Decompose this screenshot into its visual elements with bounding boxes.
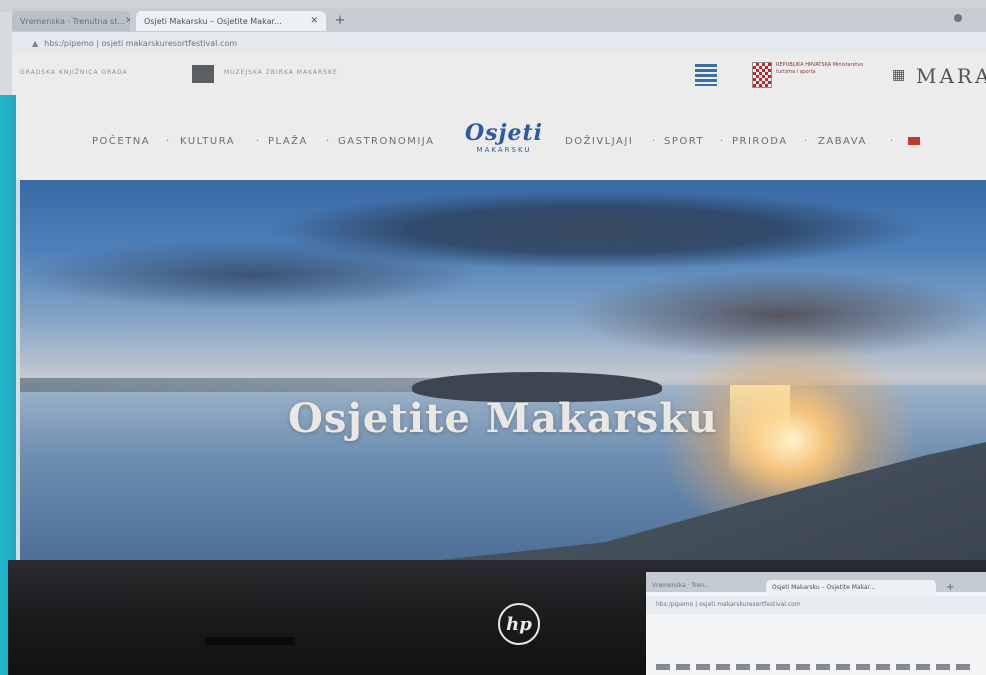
site-logo[interactable]: Osjeti MAKARSKU (465, 120, 543, 154)
nav-item-plaza[interactable]: PLAŽA (268, 136, 308, 147)
nav-item-zabava[interactable]: ZABAVA (818, 136, 867, 147)
nav-item-gastronomija[interactable]: GASTRONOMIJA (338, 136, 434, 147)
close-icon[interactable]: ✕ (125, 16, 130, 26)
language-flag-icon[interactable] (908, 137, 920, 145)
url-field[interactable]: ▲ hbs:/pipemo | osjeti makarskuresortfes… (32, 36, 352, 50)
mara-logo[interactable]: MARA (916, 64, 986, 88)
nav-item-dozivljaji[interactable]: DOŽIVLJAJI (565, 136, 633, 147)
partner-link[interactable]: GRADSKA KNJIŽNICA GRADA (20, 69, 128, 76)
close-icon[interactable]: ✕ (310, 16, 318, 26)
nav-separator: · (256, 136, 260, 147)
cloud (20, 240, 480, 310)
tab-label: Osjeti Makarsku – Osjetite Makar... (144, 16, 282, 26)
bezel-slot (205, 637, 295, 645)
warning-icon: ▲ (32, 38, 39, 48)
browser-tab-active[interactable]: Osjeti Makarsku – Osjetite Makar... (766, 580, 936, 596)
ministry-label[interactable]: REPUBLIKA HRVATSKA Ministarstvo turizma … (776, 62, 866, 76)
partner-bar: GRADSKA KNJIŽNICA GRADA MUZEJSKA ZBIRKA … (12, 54, 986, 96)
nav-item-priroda[interactable]: PRIRODA (732, 136, 788, 147)
city-emblem-icon[interactable] (695, 64, 717, 86)
new-tab-button[interactable]: + (946, 582, 954, 593)
brand-subtitle: MAKARSKU (476, 146, 532, 154)
url-text: hbs:/pipemo | osjeti makarskuresortfesti… (44, 38, 238, 48)
page-content (656, 664, 976, 670)
nav-separator: · (166, 136, 170, 147)
browser-tab[interactable]: Vremenska · Trenutna st... ✕ (12, 11, 130, 31)
second-screen: Vremenska · Tren... Osjeti Makarsku – Os… (646, 572, 986, 675)
hp-logo: hp (498, 603, 540, 645)
new-tab-button[interactable]: + (332, 13, 348, 29)
nav-item-kultura[interactable]: KULTURA (180, 136, 235, 147)
nav-item-sport[interactable]: SPORT (664, 136, 704, 147)
brand-title: Osjeti (465, 120, 544, 146)
main-navigation: POČETNA · KULTURA · PLAŽA · GASTRONOMIJA… (12, 96, 986, 180)
hero-banner: Osjetite Makarsku (20, 180, 986, 560)
nav-separator: · (326, 136, 330, 147)
nav-separator: · (720, 136, 724, 147)
address-bar[interactable]: hbs:/pipemo | osjeti makarskuresortfesti… (646, 596, 986, 614)
browser-tab-active[interactable]: Osjeti Makarsku – Osjetite Makar... ✕ (136, 11, 326, 31)
coastline (20, 378, 440, 392)
library-link[interactable]: MUZEJSKA ZBIRKA MAKARSKE (224, 69, 338, 76)
nav-item-pocetna[interactable]: POČETNA (92, 136, 150, 147)
hero-title: Osjetite Makarsku (287, 395, 719, 442)
address-bar[interactable]: ▲ hbs:/pipemo | osjeti makarskuresortfes… (12, 32, 986, 54)
browser-tab-bar: Vremenska · Trenutna st... ✕ Osjeti Maka… (12, 8, 986, 32)
croatia-crest-icon[interactable] (752, 62, 772, 88)
nav-separator: · (890, 136, 894, 147)
window-control-icon[interactable] (954, 14, 962, 22)
library-logo-icon[interactable] (192, 65, 214, 83)
nav-separator: · (804, 136, 808, 147)
grid-icon: ▦ (892, 67, 906, 83)
nav-separator: · (652, 136, 656, 147)
browser-tab[interactable]: Vremenska · Tren... (646, 582, 766, 596)
tab-label: Vremenska · Trenutna st... (20, 16, 125, 26)
